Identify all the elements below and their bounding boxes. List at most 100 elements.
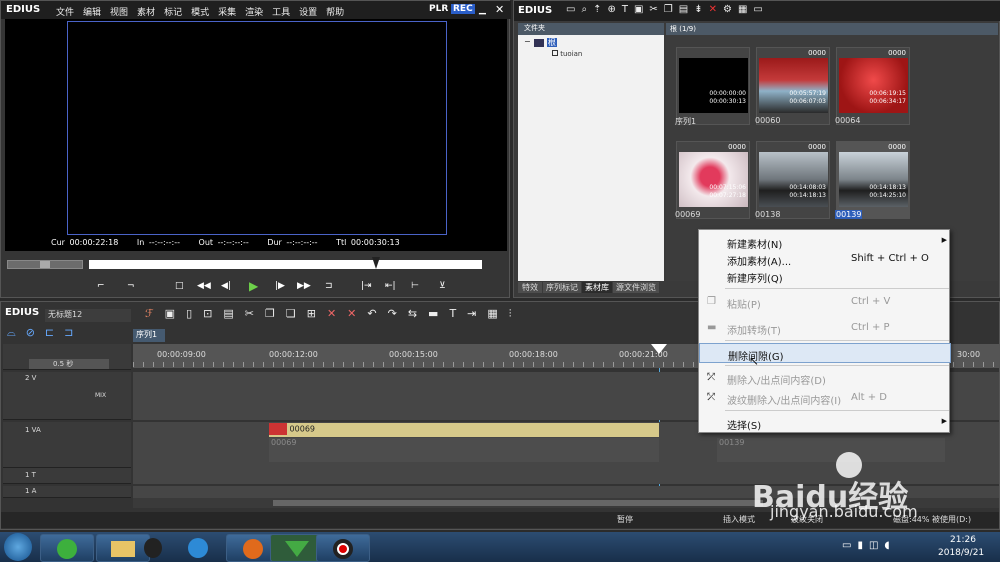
tray-icon[interactable]: ▭: [842, 540, 857, 551]
tool-icon[interactable]: ⌓: [7, 326, 26, 339]
clock-date[interactable]: 2018/9/21: [938, 548, 984, 558]
sync-icon[interactable]: ⇆: [408, 307, 428, 320]
clip-thumb-00069[interactable]: 0000 00:07:15:06 00:07:27:18 00069: [675, 141, 750, 219]
mixer-icon[interactable]: ⫶: [509, 307, 523, 320]
add-clip-icon[interactable]: ⊕: [607, 4, 621, 15]
open-icon[interactable]: ⊡: [203, 307, 223, 320]
play-icon[interactable]: ▶: [249, 279, 258, 293]
capture-icon[interactable]: ▣: [165, 307, 186, 320]
delete-icon[interactable]: ✕: [327, 307, 347, 320]
mode-icon[interactable]: ℱ: [145, 307, 165, 320]
track-header-va1[interactable]: 1 VA: [3, 422, 131, 468]
loop-icon[interactable]: ⊐: [325, 281, 333, 291]
position-slider[interactable]: [89, 257, 482, 269]
copy-icon[interactable]: ❐: [265, 307, 286, 320]
zoom-value[interactable]: 0.5 秒: [29, 359, 109, 369]
add-to-timeline-icon[interactable]: ⇟: [694, 4, 708, 15]
paste-icon[interactable]: ❏: [286, 307, 307, 320]
taskbar-app-media[interactable]: [176, 534, 216, 562]
menu-capture[interactable]: 采集: [218, 8, 236, 18]
menu-edit[interactable]: 编辑: [83, 8, 101, 18]
tab-bin[interactable]: 素材库: [582, 282, 612, 293]
title-icon[interactable]: T: [622, 4, 634, 15]
network-icon[interactable]: ◫: [869, 540, 884, 551]
clip-thumb-seq1[interactable]: 00:00:00:00 00:00:30:13 序列1: [675, 47, 750, 126]
save-icon[interactable]: ▤: [223, 307, 244, 320]
delete-icon[interactable]: ✕: [709, 4, 723, 15]
clip-thumb-00064[interactable]: 0000 00:06:19:15 00:06:34:17 00064: [835, 47, 910, 125]
tab-effects[interactable]: 特效: [518, 282, 542, 293]
paste-icon[interactable]: ▤: [679, 4, 694, 15]
group-icon[interactable]: ⊏: [45, 326, 64, 339]
folder-icon[interactable]: ▭: [566, 4, 581, 15]
track-header-t1[interactable]: 1 T: [3, 468, 131, 484]
clip-00069[interactable]: 00069: [269, 423, 659, 437]
step-back-icon[interactable]: ◀|: [221, 281, 231, 291]
copy-icon[interactable]: ❐: [664, 4, 679, 15]
child-folder[interactable]: tuoian: [552, 50, 582, 58]
redo-icon[interactable]: ↷: [388, 307, 408, 320]
menu-item-new-sequence[interactable]: 新建序列(Q): [699, 266, 951, 286]
search-icon[interactable]: ⌕: [581, 4, 593, 15]
menu-mode[interactable]: 模式: [191, 8, 209, 18]
status-insert-mode[interactable]: 插入模式: [723, 514, 755, 525]
plr-toggle[interactable]: PLR: [429, 4, 448, 14]
cut-icon[interactable]: ✂: [245, 307, 265, 320]
menu-item-paste[interactable]: ❐ 粘贴(P) Ctrl + V: [699, 292, 951, 312]
menu-item-delete-in-out[interactable]: ⤱ 删除入/出点间内容(D): [699, 368, 951, 388]
track-header-a1[interactable]: 1 A: [3, 486, 131, 498]
insert-icon[interactable]: |⇥: [361, 281, 372, 291]
set-in-icon[interactable]: ⌐: [97, 281, 105, 291]
taskbar-app-qq[interactable]: [132, 534, 172, 562]
toolbox-icon[interactable]: ▭: [753, 4, 768, 15]
root-folder[interactable]: 根: [534, 37, 564, 48]
battery-icon[interactable]: ▮: [857, 540, 869, 551]
capture-icon[interactable]: ▣: [634, 4, 649, 15]
grid-icon[interactable]: ▦: [487, 307, 508, 320]
clip-thumb-00139[interactable]: 0000 00:14:18:13 00:14:25:10 00139: [835, 141, 910, 219]
link-icon[interactable]: ⊘: [26, 326, 45, 339]
close-icon[interactable]: ✕: [495, 3, 504, 16]
snap-icon[interactable]: ⊐: [64, 326, 83, 339]
menu-item-add-transition[interactable]: ▬ 添加转场(T) Ctrl + P: [699, 318, 951, 338]
clip-thumb-00060[interactable]: 0000 00:05:57:19 00:06:07:03 00060: [755, 47, 830, 125]
rewind-icon[interactable]: ◀◀: [197, 281, 211, 291]
set-out-icon[interactable]: ¬: [127, 281, 135, 291]
menu-tools[interactable]: 工具: [272, 8, 290, 18]
new-file-icon[interactable]: ▯: [186, 307, 203, 320]
split-icon[interactable]: ⊢: [411, 281, 419, 291]
cut-icon[interactable]: ✂: [649, 4, 663, 15]
clip-audio-00069[interactable]: 00069: [269, 438, 659, 462]
ripple-icon[interactable]: ⇥: [467, 307, 487, 320]
taskbar-app-browser[interactable]: [40, 534, 94, 562]
tab-source-browser[interactable]: 源文件浏览: [613, 282, 659, 293]
menu-item-delete-gap[interactable]: 删除间隙(G): [699, 343, 951, 363]
tab-sequence-marker[interactable]: 序列标记: [543, 282, 581, 293]
replace-icon[interactable]: ⊞: [307, 307, 327, 320]
volume-icon[interactable]: ◖: [884, 540, 895, 551]
shuttle-bar[interactable]: [7, 260, 83, 269]
track-icon[interactable]: ▬: [428, 307, 449, 320]
menu-file[interactable]: 文件: [56, 8, 74, 18]
fast-forward-icon[interactable]: ▶▶: [297, 281, 311, 291]
view-mode-icon[interactable]: ▦: [738, 4, 753, 15]
title-icon[interactable]: T: [449, 307, 467, 320]
track-header-v2[interactable]: 2 V MIX: [3, 372, 131, 420]
up-folder-icon[interactable]: ⇡: [593, 4, 607, 15]
menu-render[interactable]: 渲染: [245, 8, 263, 18]
taskbar-app-recorder[interactable]: [316, 534, 370, 562]
minimize-button[interactable]: ▁: [479, 5, 486, 15]
rec-toggle[interactable]: REC: [451, 4, 475, 14]
overwrite-icon[interactable]: ⇤|: [385, 281, 396, 291]
menu-settings[interactable]: 设置: [299, 8, 317, 18]
clock-time[interactable]: 21:26: [950, 535, 976, 545]
menu-item-ripple-delete-in-out[interactable]: ⤱ 波纹删除入/出点间内容(I) Alt + D: [699, 388, 951, 408]
start-button[interactable]: [4, 533, 32, 561]
menu-view[interactable]: 视图: [110, 8, 128, 18]
playhead-marker[interactable]: [372, 257, 380, 269]
undo-icon[interactable]: ↶: [367, 307, 387, 320]
sequence-tab[interactable]: 序列1: [133, 329, 165, 342]
ripple-delete-icon[interactable]: ✕: [347, 307, 367, 320]
export-icon[interactable]: ⊻: [439, 281, 446, 291]
menu-help[interactable]: 帮助: [326, 8, 344, 18]
